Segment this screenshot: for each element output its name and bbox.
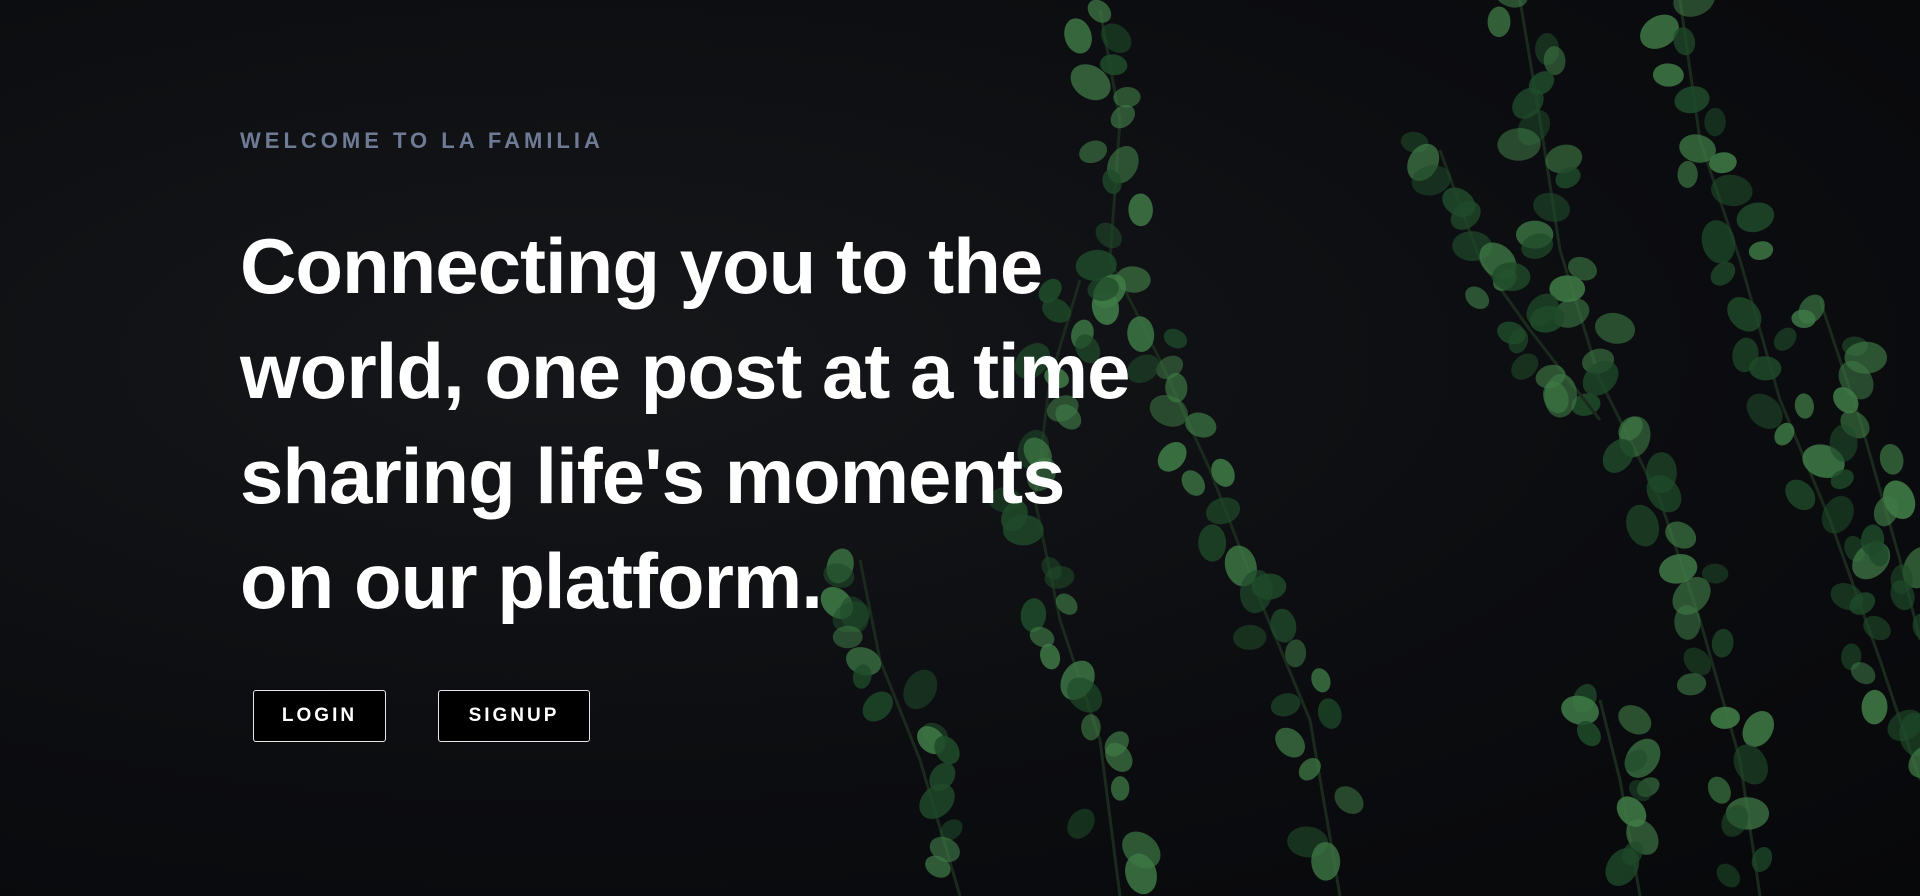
ivy-leaf: [1748, 241, 1774, 261]
ivy-leaf: [1311, 668, 1331, 693]
ivy-leaf: [1487, 6, 1511, 38]
ivy-leaf: [1618, 705, 1652, 735]
ivy-leaf: [1205, 497, 1241, 525]
ivy-leaf: [1879, 443, 1904, 475]
ivy-leaf: [1704, 107, 1726, 137]
ivy-leaf: [903, 669, 938, 710]
ivy-leaf: [1533, 192, 1571, 222]
ivy-leaf: [1701, 220, 1736, 264]
login-button[interactable]: LOGIN: [253, 690, 386, 742]
ivy-leaf: [1707, 776, 1731, 804]
hero-headline: Connecting you to the world, one post at…: [240, 214, 1130, 634]
headline-line-4: on our platform.: [240, 537, 823, 625]
ivy-leaf: [1711, 628, 1734, 658]
ivy-leaf: [1211, 458, 1235, 487]
ivy-leaf: [1794, 393, 1814, 419]
ivy-leaf: [1716, 863, 1741, 888]
ivy-leaf: [1710, 706, 1740, 729]
ivy-leaf: [1233, 624, 1267, 650]
ivy-leaf: [1317, 698, 1342, 729]
ivy-leaf: [1163, 328, 1188, 349]
headline-line-3: sharing life's moments: [240, 432, 1065, 520]
ivy-leaf: [1067, 808, 1095, 839]
ivy-leaf: [1711, 174, 1753, 207]
ivy-leaf: [1270, 608, 1297, 643]
ivy-leaf: [1465, 286, 1490, 310]
hero-content: WELCOME TO LA FAMILIA Connecting you to …: [240, 128, 1140, 634]
ivy-leaf: [1275, 727, 1305, 758]
ivy-leaf: [1181, 470, 1206, 496]
ivy-leaf: [1677, 160, 1698, 188]
ivy-leaf: [1198, 524, 1227, 562]
ivy-leaf: [1334, 786, 1364, 814]
hero-actions: LOGIN SIGNUP: [253, 690, 590, 742]
headline-line-1: Connecting you to the: [240, 222, 1043, 310]
ivy-leaf: [1674, 86, 1710, 114]
hero-section: WELCOME TO LA FAMILIA Connecting you to …: [0, 0, 1920, 896]
ivy-leaf: [1652, 63, 1684, 87]
ivy-leaf: [1733, 744, 1768, 785]
ivy-leaf: [1829, 424, 1858, 462]
ivy-leaf: [1785, 479, 1816, 511]
ivy-leaf: [1110, 776, 1130, 801]
ivy-leaf: [1087, 0, 1112, 23]
ivy-leaf: [1861, 689, 1888, 725]
headline-line-2: world, one post at a time: [240, 327, 1130, 415]
signup-button[interactable]: SIGNUP: [438, 690, 590, 742]
ivy-leaf: [1773, 327, 1797, 351]
ivy-leaf: [1594, 312, 1636, 344]
welcome-eyebrow: WELCOME TO LA FAMILIA: [240, 128, 604, 153]
ivy-leaf: [1064, 18, 1092, 54]
